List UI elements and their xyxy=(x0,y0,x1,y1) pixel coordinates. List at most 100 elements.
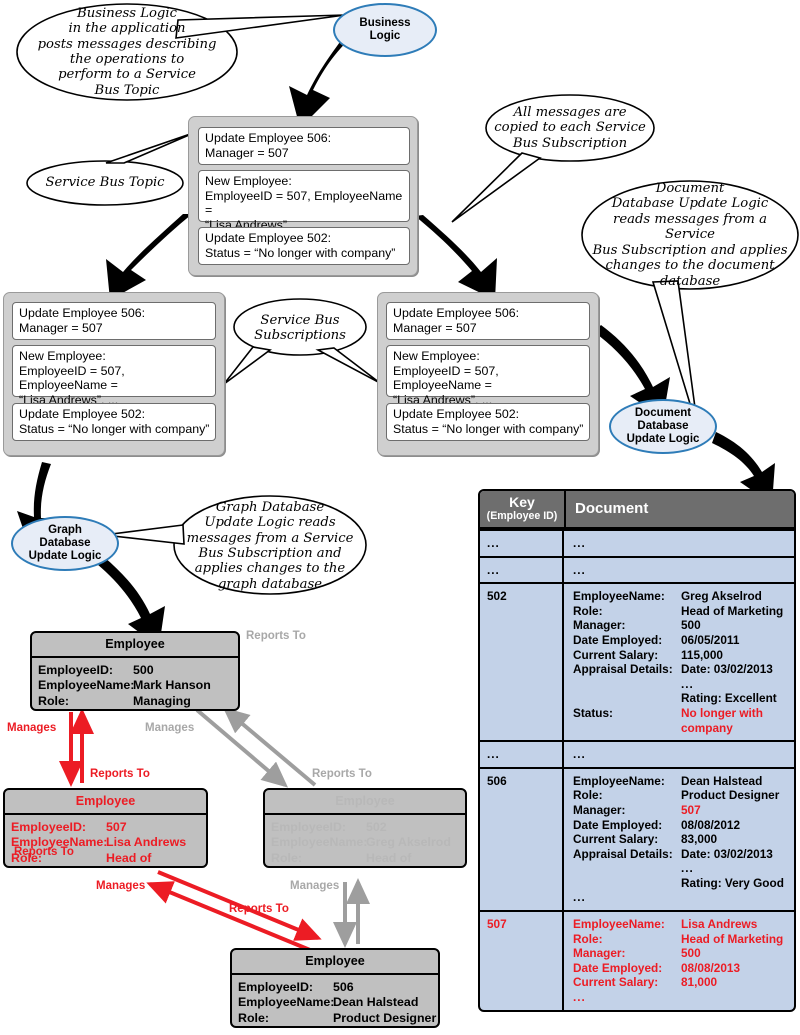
subscription-right-message-1[interactable]: New Employee: EmployeeID = 507, Employee… xyxy=(386,345,590,407)
doc-field-key: EmployeeName: xyxy=(573,589,665,604)
message-line-1: New Employee: xyxy=(19,349,106,363)
doc-field-value: 500 xyxy=(681,946,701,961)
doc-field: Current Salary: 115,000 xyxy=(573,648,794,663)
header-key-line2: (Employee ID) xyxy=(486,510,558,522)
callout-allmsg-tail xyxy=(451,152,542,223)
doc-field-value: Greg Akselrod xyxy=(681,589,762,604)
callout-subscriptions-text: Service Bus Subscriptions xyxy=(254,312,346,343)
message-line-2: Status = “No longer with company” xyxy=(19,421,210,436)
entity-row: EmployeeName: Dean Halstead xyxy=(238,995,438,1010)
callout-graph-db-text: Graph Database Update Logic reads messag… xyxy=(186,499,354,592)
node-business-logic[interactable]: Business Logic xyxy=(333,3,437,57)
doc-field: Current Salary: 83,000 xyxy=(573,832,794,847)
table-row[interactable]: ... ... xyxy=(480,740,794,767)
edge-label-manages-502-506: Manages xyxy=(290,880,340,892)
doc-field-value: 507 xyxy=(681,802,701,817)
field-value: Dean Halstead xyxy=(333,995,419,1010)
doc-field: Manager: 500 xyxy=(573,618,794,633)
field-value: Head of Marketing xyxy=(106,850,165,866)
message-line-2: Status = “No longer with company” xyxy=(205,245,396,260)
edge-manages-500-502 xyxy=(195,708,289,788)
table-row[interactable]: ... ... xyxy=(480,529,794,556)
subscription-left-message-1[interactable]: New Employee: EmployeeID = 507, Employee… xyxy=(12,345,216,407)
node-document-database-update-logic[interactable]: Document Database Update Logic xyxy=(609,399,717,454)
field-key: EmployeeID: xyxy=(271,820,347,834)
doc-field-key: Status: xyxy=(573,705,613,720)
doc-field-value: Rating: Very Good xyxy=(681,875,784,890)
field-value: Head of Marketing xyxy=(366,850,425,866)
message-line-2: EmployeeID = 507, EmployeeName = xyxy=(393,363,499,393)
message-line-1: New Employee: xyxy=(205,174,292,188)
edge-label-manages-507-506: Manages xyxy=(96,880,146,892)
table-row[interactable]: 502 EmployeeName: Greg Akselrod Role: Head… xyxy=(480,582,794,741)
cell-key: ... xyxy=(480,742,564,767)
subscription-right-message-2[interactable]: Update Employee 502: Status = “No longer… xyxy=(386,403,590,441)
doc-field-value: Lisa Andrews xyxy=(681,917,758,932)
doc-field-value: Date: 03/02/2013 xyxy=(681,846,773,861)
table-row[interactable]: 506 EmployeeName: Dean Halstead Role: Prod… xyxy=(480,766,794,911)
doc-field-value: Product Designer xyxy=(681,788,780,803)
field-key: Role: xyxy=(238,1010,269,1025)
entity-fields: EmployeeID: 506 EmployeeName: Dean Halstea… xyxy=(232,975,438,1026)
message-line-2: Status = “No longer with company” xyxy=(393,421,584,436)
message-line-1: Update Employee 502: xyxy=(19,407,146,421)
doc-field-value: ... xyxy=(681,861,694,876)
entity-employee-500[interactable]: Employee EmployeeID: 500 EmployeeName: Mar… xyxy=(30,631,240,711)
doc-field-key: Manager: xyxy=(573,618,626,633)
cell-document: EmployeeName: Greg Akselrod Role: Head of … xyxy=(564,584,794,740)
doc-field: EmployeeName: Greg Akselrod xyxy=(573,589,794,604)
cell-key: ... xyxy=(480,557,564,583)
entity-title: Employee xyxy=(265,790,465,815)
doc-field: Date Employed: 08/08/2013 xyxy=(573,961,794,976)
subscription-left-message-0[interactable]: Update Employee 506: Manager = 507 xyxy=(12,302,216,340)
doc-field-key: Date Employed: xyxy=(573,960,663,975)
callout-subs-tail-right xyxy=(315,347,381,384)
doc-field: Appraisal Details: Date: 03/02/2013 xyxy=(573,847,794,862)
field-key: EmployeeName: xyxy=(238,995,335,1010)
message-line-2: Manager = 507 xyxy=(393,320,477,335)
field-key: EmployeeName: xyxy=(271,835,368,850)
field-value: Product Designer xyxy=(333,1010,437,1025)
entity-row: EmployeeName: Mark Hanson xyxy=(38,678,238,693)
message-line-2: EmployeeID = 507, EmployeeName = xyxy=(19,363,125,393)
topic-message-1[interactable]: New Employee: EmployeeID = 507, Employee… xyxy=(198,170,410,232)
doc-field: Status: No longer with company xyxy=(573,706,794,735)
doc-field-key: Date Employed: xyxy=(573,817,663,832)
subscription-right-container: Update Employee 506: Manager = 507 New E… xyxy=(377,292,599,456)
topic-message-2[interactable]: Update Employee 502: Status = “No longer… xyxy=(198,227,410,265)
table-row[interactable]: ... ... xyxy=(480,555,794,583)
field-key: Role: xyxy=(271,850,302,865)
entity-employee-506[interactable]: Employee EmployeeID: 506 EmployeeName: Dea… xyxy=(230,948,440,1028)
cell-document: EmployeeName: Lisa Andrews Role: Head of M… xyxy=(564,912,794,1010)
subscription-right-message-0[interactable]: Update Employee 506: Manager = 507 xyxy=(386,302,590,340)
entity-fields: EmployeeID: 507 EmployeeName: Lisa Andrews… xyxy=(5,815,206,866)
doc-field-value: Head of Marketing xyxy=(681,603,784,618)
diagram-canvas: Business Logic in the application posts … xyxy=(0,0,800,1035)
edge-label-reports-to-top: Reports To xyxy=(246,630,306,642)
document-database-table[interactable]: Key (Employee ID) Document ... ... ... .… xyxy=(478,489,796,1012)
doc-field: EmployeeName: Dean Halstead xyxy=(573,774,794,789)
node-graph-database-update-logic[interactable]: Graph Database Update Logic xyxy=(11,516,119,571)
field-value: 500 xyxy=(133,663,154,677)
doc-field-value: Date: 03/02/2013 xyxy=(681,662,773,677)
cell-document: ... xyxy=(573,536,586,550)
doc-field: Role: Head of Marketing xyxy=(573,932,794,947)
entity-employee-502[interactable]: Employee EmployeeID: 502 EmployeeName: Gre… xyxy=(263,788,467,868)
edge-label-manages-500-507: Manages xyxy=(7,722,57,734)
doc-field-key: Current Salary: xyxy=(573,832,659,847)
table-row[interactable]: 507 EmployeeName: Lisa Andrews Role: Head … xyxy=(480,910,794,1010)
edge-reports-502-500 xyxy=(222,707,317,787)
field-value: Managing Director xyxy=(133,693,191,709)
edge-label-reports-502-500: Reports To xyxy=(312,768,372,780)
topic-message-0[interactable]: Update Employee 506: Manager = 507 xyxy=(198,127,410,165)
doc-field-value: Rating: Excellent xyxy=(681,691,777,706)
doc-field-key: ... xyxy=(573,890,586,905)
cell-document: ... xyxy=(573,562,586,577)
doc-field-key: Role: xyxy=(573,788,603,803)
field-key: EmployeeID: xyxy=(38,663,114,677)
entity-row: Role: Product Designer xyxy=(238,1011,438,1026)
subscription-left-message-2[interactable]: Update Employee 502: Status = “No longer… xyxy=(12,403,216,441)
arrow-topic-to-sub-left xyxy=(106,214,192,300)
cell-key: 506 xyxy=(480,768,564,911)
edge-label-reports-507-500: Reports To xyxy=(90,768,150,780)
